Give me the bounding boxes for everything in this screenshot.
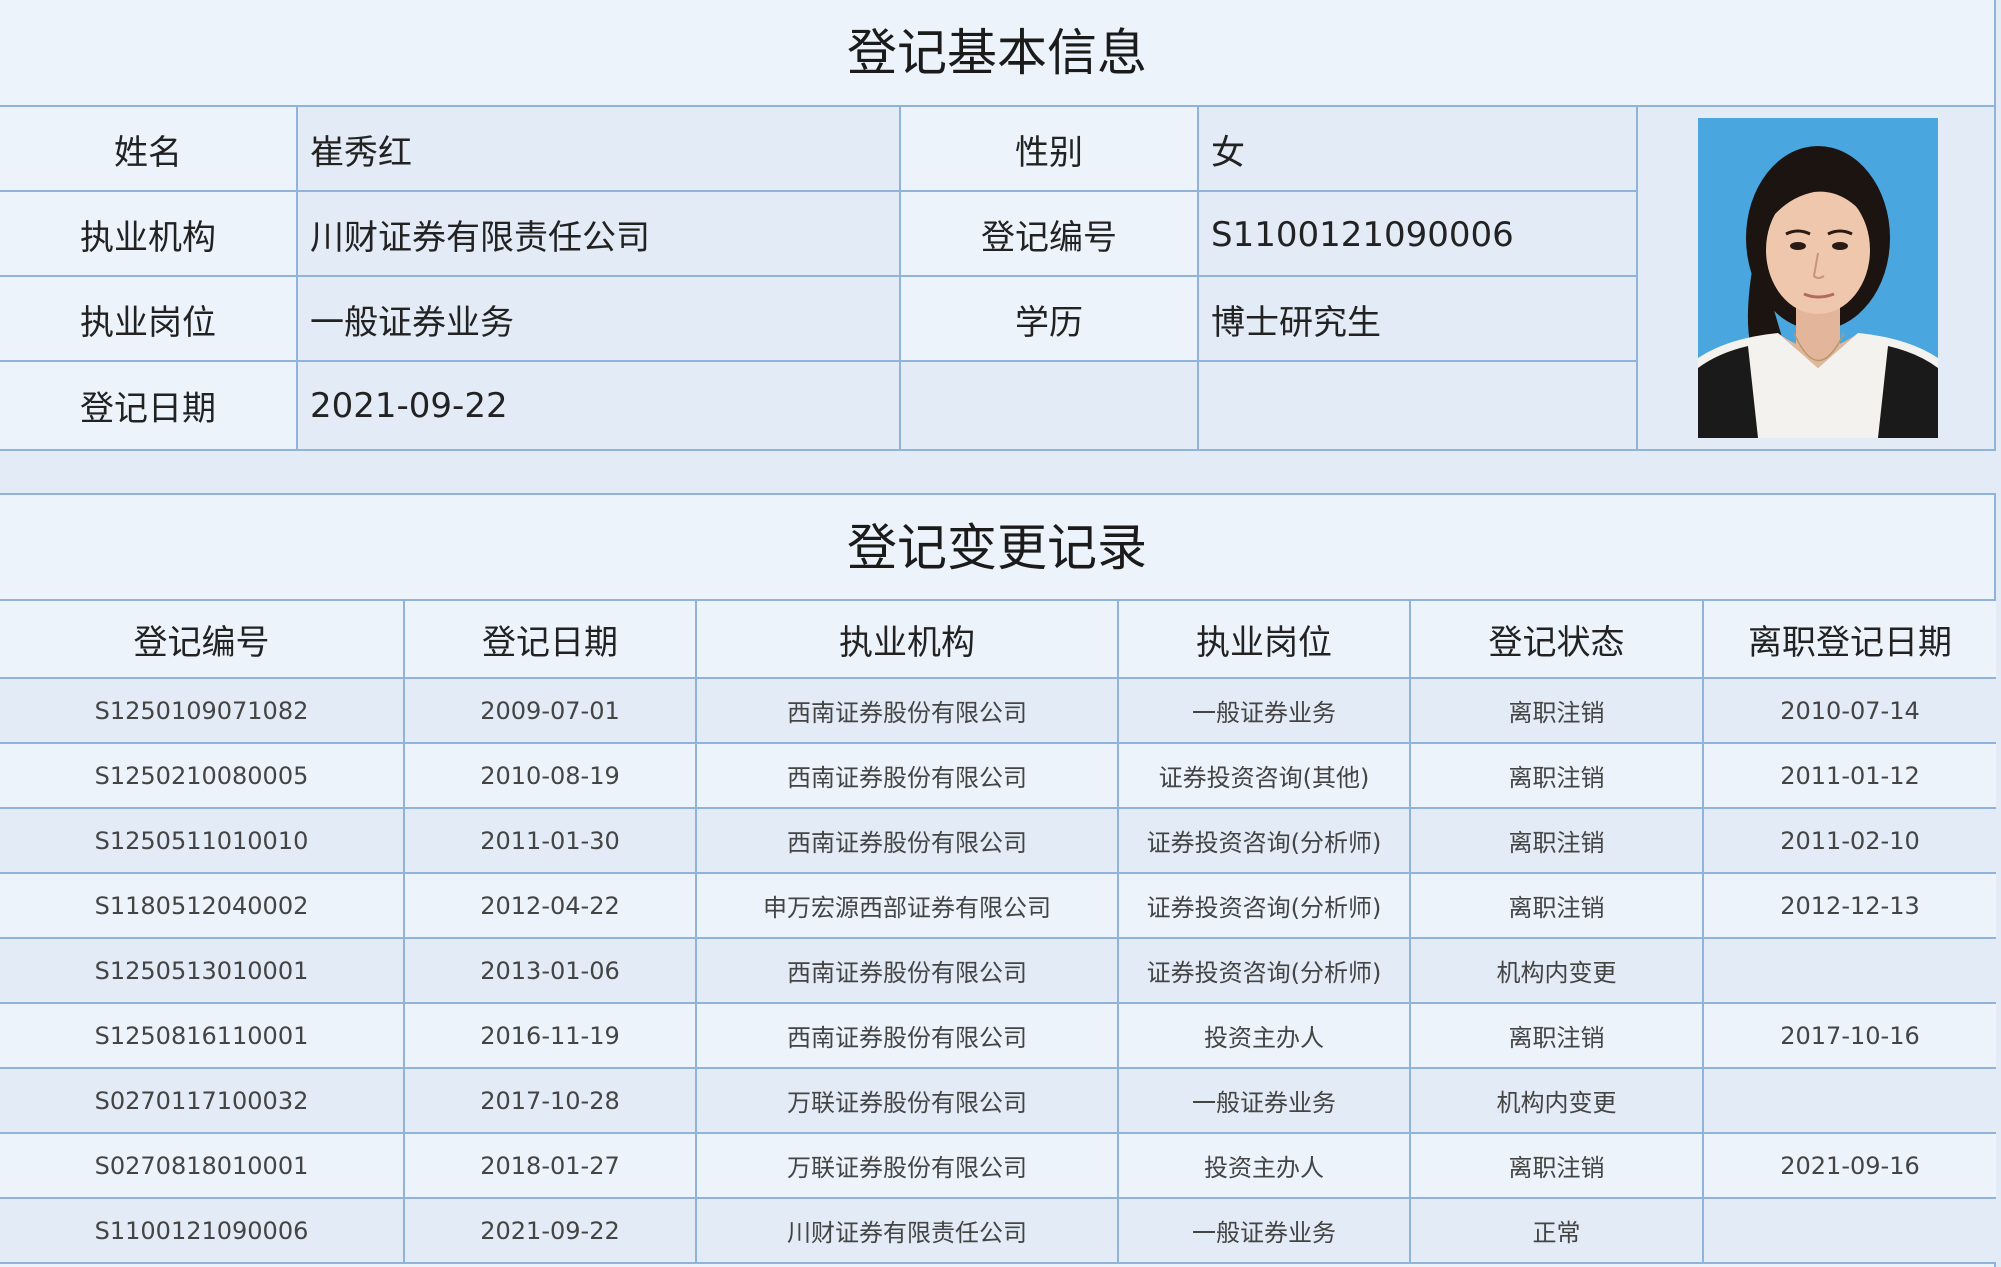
cell-leave-date: 2011-02-10 (1703, 808, 1996, 874)
empty-cell (1199, 362, 1638, 449)
cell-registration-date: 2021-09-22 (404, 1198, 697, 1264)
cell-registration-number: S1250210080005 (0, 743, 405, 809)
cell-position: 一般证券业务 (1118, 1198, 1411, 1264)
label-education: 学历 (901, 277, 1199, 362)
cell-registration-number: S1250513010001 (0, 938, 405, 1004)
empty-cell (901, 362, 1199, 449)
cell-status: 离职注销 (1410, 873, 1704, 939)
cell-position: 证券投资咨询(分析师) (1118, 873, 1411, 939)
value-registration-date: 2021-09-22 (298, 362, 901, 449)
cell-status: 机构内变更 (1410, 1068, 1704, 1134)
cell-institution: 万联证券股份有限公司 (696, 1068, 1119, 1134)
cell-leave-date: 2012-12-13 (1703, 873, 1996, 939)
cell-institution: 申万宏源西部证券有限公司 (696, 873, 1119, 939)
cell-institution: 西南证券股份有限公司 (696, 678, 1119, 744)
table-header-row: 登记编号 登记日期 执业机构 执业岗位 登记状态 离职登记日期 (0, 601, 1996, 679)
info-row-position: 执业岗位 一般证券业务 学历 博士研究生 (0, 277, 1638, 362)
cell-position: 证券投资咨询(分析师) (1118, 938, 1411, 1004)
cell-registration-number: S1100121090006 (0, 1198, 405, 1264)
value-education: 博士研究生 (1199, 277, 1638, 362)
table-row: S1100121090006 2021-09-22 川财证券有限责任公司 一般证… (0, 1198, 1996, 1264)
header-leave-date: 离职登记日期 (1703, 601, 1996, 679)
cell-institution: 西南证券股份有限公司 (696, 1003, 1119, 1069)
table-row: S0270117100032 2017-10-28 万联证券股份有限公司 一般证… (0, 1068, 1996, 1134)
cell-registration-date: 2016-11-19 (404, 1003, 697, 1069)
cell-status: 离职注销 (1410, 808, 1704, 874)
cell-position: 证券投资咨询(分析师) (1118, 808, 1411, 874)
label-position: 执业岗位 (0, 277, 298, 362)
cell-position: 一般证券业务 (1118, 1068, 1411, 1134)
cell-registration-number: S1250109071082 (0, 678, 405, 744)
table-row: S1250513010001 2013-01-06 西南证券股份有限公司 证券投… (0, 938, 1996, 1004)
cell-registration-date: 2011-01-30 (404, 808, 697, 874)
cell-registration-number: S0270117100032 (0, 1068, 405, 1134)
header-institution: 执业机构 (696, 601, 1119, 679)
value-gender: 女 (1199, 107, 1638, 192)
cell-registration-date: 2010-08-19 (404, 743, 697, 809)
cell-leave-date: 2021-09-16 (1703, 1133, 1996, 1199)
change-records-title: 登记变更记录 (0, 495, 1994, 601)
header-position: 执业岗位 (1118, 601, 1411, 679)
header-status: 登记状态 (1410, 601, 1704, 679)
person-photo (1698, 118, 1938, 438)
cell-registration-date: 2009-07-01 (404, 678, 697, 744)
value-position: 一般证券业务 (298, 277, 901, 362)
basic-info-title: 登记基本信息 (0, 0, 1994, 107)
basic-info-grid: 姓名 崔秀红 性别 女 执业机构 川财证券有限责任公司 登记编号 S110012… (0, 107, 1994, 449)
cell-status: 离职注销 (1410, 1133, 1704, 1199)
cell-status: 机构内变更 (1410, 938, 1704, 1004)
table-row: S0270818010001 2018-01-27 万联证券股份有限公司 投资主… (0, 1133, 1996, 1199)
header-registration-date: 登记日期 (404, 601, 697, 679)
cell-institution: 万联证券股份有限公司 (696, 1133, 1119, 1199)
info-row-institution: 执业机构 川财证券有限责任公司 登记编号 S1100121090006 (0, 192, 1638, 277)
cell-registration-date: 2018-01-27 (404, 1133, 697, 1199)
cell-position: 投资主办人 (1118, 1003, 1411, 1069)
cell-registration-date: 2017-10-28 (404, 1068, 697, 1134)
header-registration-number: 登记编号 (0, 601, 405, 679)
cell-institution: 西南证券股份有限公司 (696, 938, 1119, 1004)
table-row: S1250109071082 2009-07-01 西南证券股份有限公司 一般证… (0, 678, 1996, 744)
table-row: S1250511010010 2011-01-30 西南证券股份有限公司 证券投… (0, 808, 1996, 874)
cell-leave-date: 2011-01-12 (1703, 743, 1996, 809)
cell-position: 一般证券业务 (1118, 678, 1411, 744)
cell-leave-date (1703, 1198, 1996, 1264)
change-records-card: 登记变更记录 登记编号 登记日期 执业机构 执业岗位 登记状态 离职登记日期 S… (0, 493, 1996, 1267)
cell-status: 离职注销 (1410, 743, 1704, 809)
value-name: 崔秀红 (298, 107, 901, 192)
table-row: S1180512040002 2012-04-22 申万宏源西部证券有限公司 证… (0, 873, 1996, 939)
cell-registration-number: S1250511010010 (0, 808, 405, 874)
cell-position: 投资主办人 (1118, 1133, 1411, 1199)
basic-info-card: 登记基本信息 姓名 崔秀红 性别 女 执业机构 川财证券有限责任公司 登记编号 … (0, 0, 1996, 451)
cell-registration-number: S1180512040002 (0, 873, 405, 939)
cell-institution: 西南证券股份有限公司 (696, 743, 1119, 809)
change-records-table: 登记编号 登记日期 执业机构 执业岗位 登记状态 离职登记日期 S1250109… (0, 601, 1996, 1264)
cell-leave-date: 2017-10-16 (1703, 1003, 1996, 1069)
info-row-date: 登记日期 2021-09-22 (0, 362, 1638, 449)
cell-leave-date (1703, 938, 1996, 1004)
label-name: 姓名 (0, 107, 298, 192)
label-gender: 性别 (901, 107, 1199, 192)
table-row: S1250816110001 2016-11-19 西南证券股份有限公司 投资主… (0, 1003, 1996, 1069)
cell-registration-number: S1250816110001 (0, 1003, 405, 1069)
cell-leave-date (1703, 1068, 1996, 1134)
cell-registration-number: S0270818010001 (0, 1133, 405, 1199)
photo-cell (1638, 107, 1994, 449)
label-institution: 执业机构 (0, 192, 298, 277)
cell-leave-date: 2010-07-14 (1703, 678, 1996, 744)
info-row-name: 姓名 崔秀红 性别 女 (0, 107, 1638, 192)
cell-status: 离职注销 (1410, 1003, 1704, 1069)
cell-registration-date: 2013-01-06 (404, 938, 697, 1004)
value-registration-number: S1100121090006 (1199, 192, 1638, 277)
label-registration-number: 登记编号 (901, 192, 1199, 277)
label-registration-date: 登记日期 (0, 362, 298, 449)
cell-institution: 川财证券有限责任公司 (696, 1198, 1119, 1264)
cell-institution: 西南证券股份有限公司 (696, 808, 1119, 874)
value-institution: 川财证券有限责任公司 (298, 192, 901, 277)
cell-status: 正常 (1410, 1198, 1704, 1264)
cell-status: 离职注销 (1410, 678, 1704, 744)
cell-position: 证券投资咨询(其他) (1118, 743, 1411, 809)
cell-registration-date: 2012-04-22 (404, 873, 697, 939)
portrait-image (1698, 118, 1938, 438)
table-row: S1250210080005 2010-08-19 西南证券股份有限公司 证券投… (0, 743, 1996, 809)
